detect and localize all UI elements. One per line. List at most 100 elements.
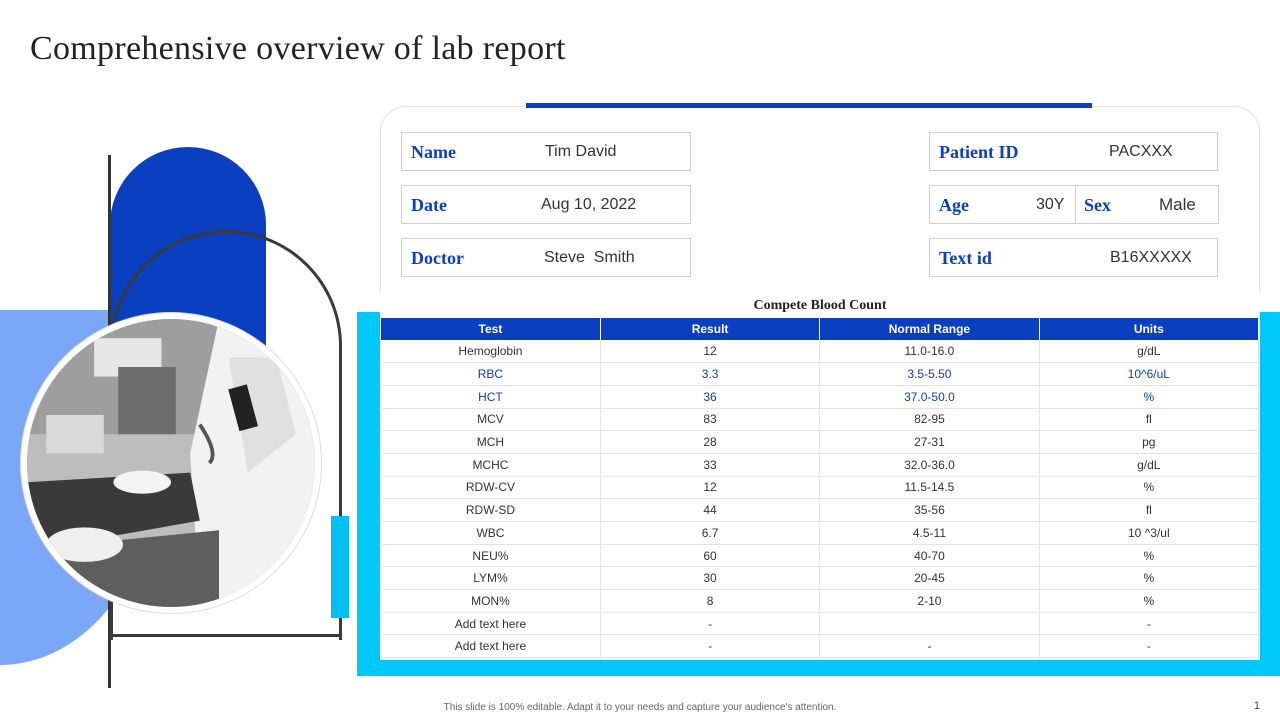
date-value: Aug 10, 2022 [541,196,637,213]
cell-test: MCH [381,430,601,454]
cell-normal-range: 32.0-36.0 [819,453,1040,477]
cell-normal-range [819,612,1040,636]
table-row: LYM% 30 20-45% [381,566,1260,591]
table-row: RDW-CV 12 11.5-14.5% [381,476,1260,500]
cell-test: Add text here [381,634,601,659]
cell-test: Add text here [381,612,601,636]
cell-units: g/dL [1039,453,1260,477]
cell-result: 83 [600,408,821,432]
cell-normal-range: 20-45 [819,566,1040,591]
table-row: MCHC 33 32.0-36.0 g/dL [381,453,1260,477]
cell-result: 30 [600,566,821,591]
name-value: Tim David [545,143,617,160]
cell-normal-range: 4.5-11 [819,521,1040,545]
cell-units: pg [1039,430,1260,454]
cell-test: NEU% [381,544,601,568]
table-row: NEU% 60 40-70% [381,544,1260,568]
header-test: Test [381,318,601,340]
cell-result: 36 [600,385,821,409]
patient-id-field: Patient ID PACXXX [929,132,1218,171]
age-sex-divider [1075,186,1076,223]
card-accent-bar [526,103,1092,108]
cell-normal-range: 37.0-50.0 [819,385,1040,409]
cell-result: 3.3 [600,362,821,386]
cell-result: 28 [600,430,821,454]
text-id-field: Text id B16XXXXX [929,238,1218,277]
cell-normal-range: 3.5-5.50 [819,362,1040,386]
cell-normal-range: 40-70 [819,544,1040,568]
cell-units: g/dL [1039,340,1260,364]
cell-test: RBC [381,362,601,386]
cell-test: WBC [381,521,601,545]
slide-footer: This slide is 100% editable. Adapt it to… [443,702,837,713]
text-id-label: Text id [939,248,992,268]
age-value: 30Y [1036,196,1065,213]
cell-test: MON% [381,589,601,613]
cell-units: 10^6/uL [1039,362,1260,386]
age-sex-field: Age 30Y Sex Male [929,185,1219,224]
doctor-photo [21,313,321,613]
cell-normal-range: 11.5-14.5 [819,476,1040,500]
cell-test: MCV [381,408,601,432]
cell-result: 12 [600,476,821,500]
header-result: Result [600,318,821,340]
cell-result: 33 [600,453,821,477]
table-row: MCH 28 27-31 pg [381,430,1260,454]
table-row: Hemoglobin 12 11.0-16.0 g/dL [381,340,1260,364]
cell-result: 8 [600,589,821,613]
table-row: RDW-SD 44 35-56 fl [381,498,1260,522]
date-label: Date [411,195,447,215]
cell-test: LYM% [381,566,601,591]
table-row: Add text here - - [381,612,1260,636]
cell-result: - [600,634,821,659]
cell-units: fl [1039,498,1260,522]
cell-normal-range: 27-31 [819,430,1040,454]
header-units: Units [1039,318,1260,340]
cell-result: - [600,612,821,636]
age-label: Age [939,195,969,215]
decorative-cyan-bar [331,516,349,618]
patient-id-label: Patient ID [939,142,1019,162]
name-label: Name [411,142,456,162]
sex-value: Male [1159,195,1196,214]
name-field: Name Tim David [401,132,691,171]
decorative-outline-base [108,634,342,637]
table-row: HCT 36 37.0-50.0% [381,385,1260,409]
cell-units: % [1039,589,1260,613]
header-normal-range: Normal Range [819,318,1040,340]
cell-result: 6.7 [600,521,821,545]
patient-id-value: PACXXX [1109,143,1173,160]
cell-normal-range: 82-95 [819,408,1040,432]
date-field: Date Aug 10, 2022 [401,185,691,224]
doctor-label: Doctor [411,248,464,268]
cell-result: 12 [600,340,821,364]
cell-units: % [1039,476,1260,500]
blood-count-panel: Compete Blood Count Test Result Normal R… [380,293,1260,660]
table-row: MCV 83 82-95 fl [381,408,1260,432]
cell-test: RDW-CV [381,476,601,500]
cell-result: 44 [600,498,821,522]
cell-test: Hemoglobin [381,340,601,364]
cell-units: % [1039,544,1260,568]
cell-units: % [1039,385,1260,409]
cell-normal-range: 2-10 [819,589,1040,613]
blood-count-table: Test Result Normal Range Units Hemoglobi… [381,318,1260,659]
slide-title: Comprehensive overview of lab report [30,30,566,67]
cell-test: RDW-SD [381,498,601,522]
cell-normal-range: 11.0-16.0 [819,340,1040,364]
text-id-value: B16XXXXX [1110,249,1192,266]
cell-test: HCT [381,385,601,409]
table-row: RBC 3.3 3.5-5.50 10^6/uL [381,362,1260,386]
cell-normal-range: - [819,634,1040,659]
cell-normal-range: 35-56 [819,498,1040,522]
cell-test: MCHC [381,453,601,477]
cell-units: 10 ^3/ul [1039,521,1260,545]
table-header-row: Test Result Normal Range Units [381,318,1260,340]
page-number: 1 [1253,700,1260,712]
doctor-field: Doctor Steve Smith [401,238,691,277]
table-row: WBC 6.7 4.5-11 10 ^3/ul [381,521,1260,545]
cell-result: 60 [600,544,821,568]
table-row: Add text here - - - [381,634,1260,659]
cell-units: - [1039,634,1260,659]
table-row: MON% 8 2-10% [381,589,1260,613]
